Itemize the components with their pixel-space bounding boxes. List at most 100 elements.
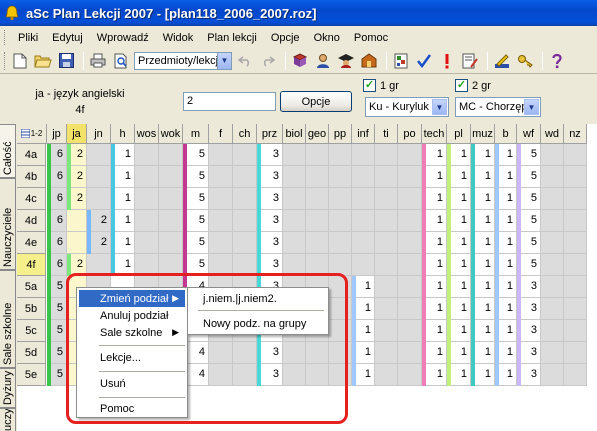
grid-cell[interactable]	[135, 144, 159, 166]
grid-cell[interactable]	[398, 166, 422, 188]
grid-cell[interactable]	[541, 298, 564, 320]
grid-cell[interactable]: 1	[471, 254, 495, 276]
menu-okno[interactable]: Okno	[307, 32, 347, 44]
subjects-button[interactable]	[290, 51, 310, 71]
grid-cell[interactable]: 1	[495, 254, 517, 276]
grid-cell[interactable]: 1	[495, 298, 517, 320]
grid-cell[interactable]	[306, 144, 329, 166]
grid-cell[interactable]	[352, 232, 375, 254]
grid-cell[interactable]: 1	[447, 276, 471, 298]
menu-widok[interactable]: Widok	[156, 32, 201, 44]
grid-cell[interactable]: 1	[495, 232, 517, 254]
grid-cell[interactable]: 3	[257, 188, 283, 210]
grid-cell[interactable]: 6	[47, 166, 67, 188]
grid-cell[interactable]: 1	[111, 144, 135, 166]
grid-cell[interactable]	[135, 188, 159, 210]
generate-button[interactable]	[391, 51, 411, 71]
tab-nauczyciele-2[interactable]: Nauczyciele	[0, 408, 16, 431]
grid-cell[interactable]: 1	[422, 210, 447, 232]
grid-cell[interactable]: 6	[47, 210, 67, 232]
grid-cell[interactable]: 1	[495, 320, 517, 342]
grid-cell[interactable]: 6	[47, 144, 67, 166]
grid-cell[interactable]	[306, 166, 329, 188]
grid-cell[interactable]: 1	[111, 232, 135, 254]
column-header-pp[interactable]: pp	[329, 124, 352, 144]
column-header-jp[interactable]: jp	[47, 124, 67, 144]
menu-plan-lekcji[interactable]: Plan lekcji	[200, 32, 264, 44]
grid-cell[interactable]	[564, 144, 587, 166]
grid-cell[interactable]	[233, 188, 257, 210]
grid-cell[interactable]: 1	[471, 188, 495, 210]
grid-cell[interactable]: 1	[495, 144, 517, 166]
options-button[interactable]: Opcje	[280, 91, 352, 112]
row-header-5c[interactable]: 5c	[17, 320, 46, 342]
warnings-button[interactable]	[437, 51, 457, 71]
grid-cell[interactable]	[398, 342, 422, 364]
group2-checkbox[interactable]: ✓ 2 gr	[455, 79, 491, 92]
teacher1-select[interactable]: Ku - Kuryluk J ▼	[365, 97, 449, 117]
column-header-h[interactable]: h	[111, 124, 135, 144]
grid-cell[interactable]: 1	[447, 210, 471, 232]
grid-cell[interactable]: 1	[422, 144, 447, 166]
grid-cell[interactable]	[541, 364, 564, 386]
grid-cell[interactable]: 1	[447, 144, 471, 166]
help-button[interactable]	[547, 51, 567, 71]
grid-cell[interactable]: 1	[447, 188, 471, 210]
grid-cell[interactable]: 6	[47, 232, 67, 254]
menu-opcje[interactable]: Opcje	[264, 32, 307, 44]
grid-cell[interactable]: 1	[422, 342, 447, 364]
grid-cell[interactable]: 1	[422, 254, 447, 276]
grid-cell[interactable]: 1	[422, 298, 447, 320]
grid-cell[interactable]	[541, 232, 564, 254]
grid-cell[interactable]: 5	[47, 320, 67, 342]
grid-cell[interactable]	[283, 144, 306, 166]
grid-cell[interactable]	[233, 232, 257, 254]
column-header-pl[interactable]: pl	[447, 124, 471, 144]
grid-cell[interactable]: 1	[447, 342, 471, 364]
grid-cell[interactable]	[283, 166, 306, 188]
column-header-f[interactable]: f	[209, 124, 233, 144]
grid-cell[interactable]	[564, 364, 587, 386]
grid-cell[interactable]: 1	[447, 364, 471, 386]
grid-cell[interactable]: 1	[471, 320, 495, 342]
grid-cell[interactable]: 2	[87, 232, 111, 254]
column-header-m[interactable]: m	[183, 124, 209, 144]
grid-cell[interactable]: 1	[471, 144, 495, 166]
grid-cell[interactable]: 3	[517, 320, 541, 342]
menu-pliki[interactable]: Pliki	[11, 32, 45, 44]
grid-cell[interactable]	[209, 166, 233, 188]
view-select[interactable]: Przedmioty/lekcje ▼	[134, 51, 232, 70]
row-header-5d[interactable]: 5d	[17, 342, 46, 364]
save-button[interactable]	[56, 51, 76, 71]
grid-cell[interactable]: 5	[183, 232, 209, 254]
column-header-prz[interactable]: prz	[257, 124, 283, 144]
grid-cell[interactable]: 1	[471, 298, 495, 320]
redo-button[interactable]	[258, 51, 278, 71]
grid-cell[interactable]	[375, 320, 398, 342]
open-file-button[interactable]	[33, 51, 53, 71]
grid-cell[interactable]	[209, 144, 233, 166]
print-preview-button[interactable]	[111, 51, 131, 71]
grid-cell[interactable]: 5	[47, 298, 67, 320]
grid-cell[interactable]: 1	[471, 232, 495, 254]
grid-cell[interactable]	[159, 232, 183, 254]
column-header-ja[interactable]: ja	[67, 124, 87, 144]
grid-cell[interactable]	[135, 210, 159, 232]
grid-cell[interactable]: 1	[471, 276, 495, 298]
grid-cell[interactable]: 5	[517, 144, 541, 166]
grid-cell[interactable]	[564, 276, 587, 298]
grid-cell[interactable]: 5	[47, 276, 67, 298]
grid-cell[interactable]	[67, 210, 87, 232]
grid-cell[interactable]	[329, 188, 352, 210]
grid-cell[interactable]	[135, 232, 159, 254]
grid-cell[interactable]: 1	[422, 364, 447, 386]
row-header-4b[interactable]: 4b	[17, 166, 46, 188]
grid-cell[interactable]: 3	[257, 210, 283, 232]
grid-cell[interactable]: 1	[111, 188, 135, 210]
grid-cell[interactable]	[233, 210, 257, 232]
grid-cell[interactable]: 5	[517, 232, 541, 254]
grid-cell[interactable]	[329, 210, 352, 232]
grid-cell[interactable]: 5	[517, 210, 541, 232]
grid-cell[interactable]	[564, 188, 587, 210]
grid-cell[interactable]: 2	[67, 166, 87, 188]
